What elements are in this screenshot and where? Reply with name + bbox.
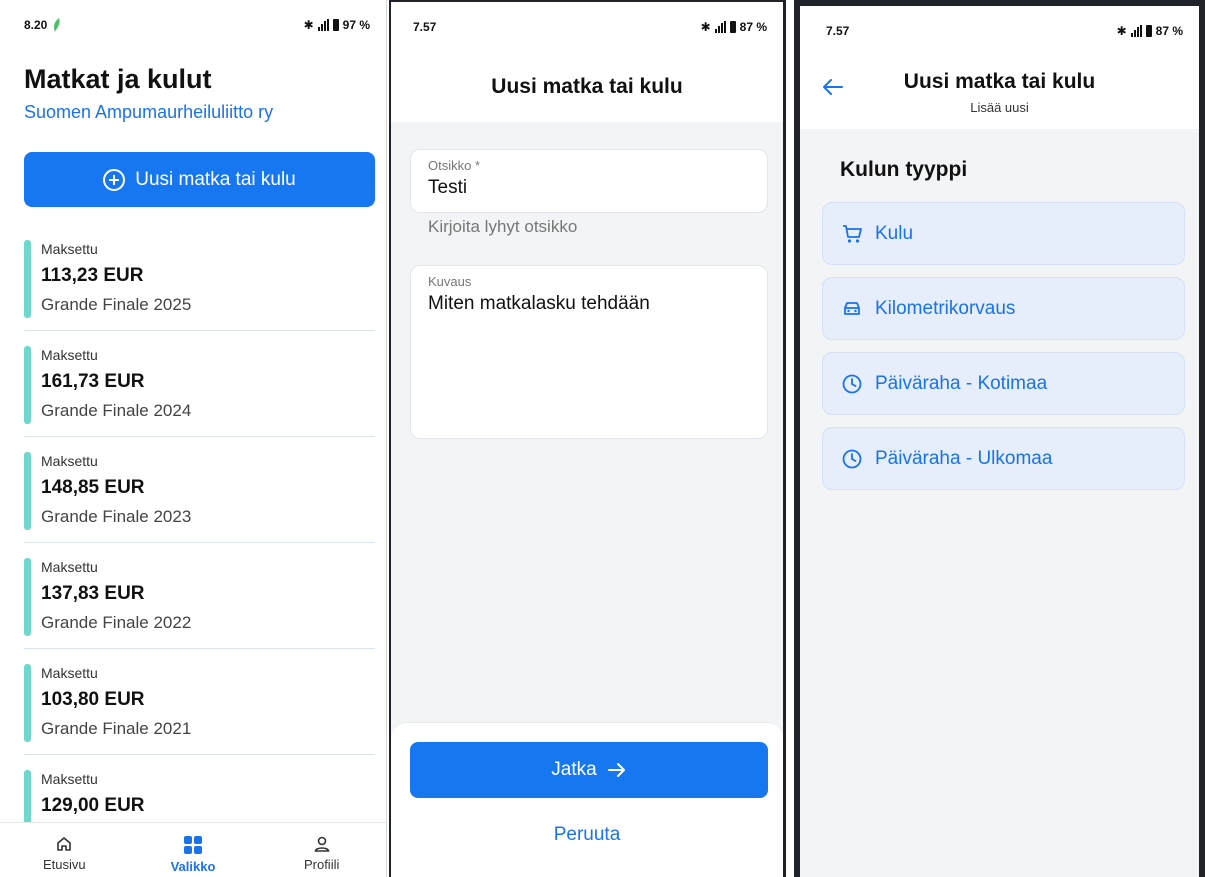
plus-circle-icon [103, 168, 126, 191]
item-status: Maksettu [41, 665, 98, 681]
new-button-label: Uusi matka tai kulu [135, 168, 296, 190]
expense-list: Maksettu 113,23 EUR Grande Finale 2025 M… [24, 225, 375, 861]
user-icon [314, 836, 330, 852]
item-event: Grande Finale 2021 [41, 719, 192, 738]
option-expense[interactable]: Kulu [822, 202, 1185, 265]
item-amount: 148,85 EUR [41, 477, 145, 498]
list-item[interactable]: Maksettu 148,85 EUR Grande Finale 2023 [24, 437, 375, 543]
grid-icon [184, 836, 202, 854]
status-indicator [24, 240, 31, 318]
battery-icon [729, 21, 736, 33]
item-event: Grande Finale 2025 [41, 295, 192, 314]
status-time: 8.20 [24, 18, 48, 32]
bluetooth-icon: ✱ [1116, 24, 1127, 38]
nav-profile-label: Profiili [303, 857, 340, 872]
description-field-value: Miten matkalasku tehdään [428, 293, 650, 314]
nav-home[interactable]: Etusivu [0, 823, 129, 877]
new-entry-form-screen: 7.57 ✱ 87 % Uusi matka tai kulu Otsikko … [389, 0, 786, 877]
new-trip-or-expense-button[interactable]: Uusi matka tai kulu [24, 152, 375, 207]
leaf-notification-icon [54, 18, 60, 32]
signal-icon [714, 21, 726, 33]
item-event: Grande Finale 2022 [41, 613, 192, 632]
option-label: Kilometrikorvaus [875, 297, 1016, 319]
description-field[interactable]: Kuvaus Miten matkalasku tehdään [410, 265, 768, 439]
status-time: 7.57 [413, 20, 437, 34]
clock-icon [841, 373, 863, 395]
item-amount: 113,23 EUR [41, 265, 144, 286]
status-time: 7.57 [826, 24, 850, 38]
status-bar: 7.57 ✱ 87 % [391, 2, 783, 52]
item-status: Maksettu [41, 559, 98, 575]
option-daily-allowance-domestic[interactable]: Päiväraha - Kotimaa [822, 352, 1185, 415]
status-indicator [24, 346, 31, 424]
list-item[interactable]: Maksettu 103,80 EUR Grande Finale 2021 [24, 649, 375, 755]
item-amount: 129,00 EUR [41, 795, 145, 816]
battery-icon [332, 19, 339, 31]
list-item[interactable]: Maksettu 137,83 EUR Grande Finale 2022 [24, 543, 375, 649]
item-status: Maksettu [41, 453, 98, 469]
page-title: Matkat ja kulut [24, 64, 212, 94]
arrow-right-icon [607, 763, 625, 777]
description-field-label: Kuvaus [428, 274, 472, 289]
item-event: Grande Finale 2024 [41, 401, 192, 420]
option-label: Päiväraha - Ulkomaa [875, 447, 1053, 469]
cancel-link[interactable]: Peruuta [391, 824, 783, 846]
continue-button-label: Jatka [551, 759, 597, 780]
title-field-value: Testi [428, 177, 468, 198]
item-status: Maksettu [41, 347, 98, 363]
item-amount: 137,83 EUR [41, 583, 145, 604]
car-icon [841, 298, 863, 320]
item-event: Grande Finale 2023 [41, 507, 192, 526]
option-label: Päiväraha - Kotimaa [875, 372, 1048, 394]
nav-menu-label: Valikko [170, 859, 216, 874]
bluetooth-icon: ✱ [700, 20, 711, 34]
expense-type-screen: 7.57 ✱ 87 % Uusi matka tai kulu Lisää uu… [794, 0, 1205, 877]
page-title: Uusi matka tai kulu [903, 70, 1096, 93]
continue-button[interactable]: Jatka [410, 742, 768, 798]
title-field[interactable]: Otsikko * Testi [410, 149, 768, 213]
status-bar: 7.57 ✱ 87 % [800, 6, 1199, 56]
status-indicator [24, 664, 31, 742]
item-status: Maksettu [41, 771, 98, 787]
app-bar: Uusi matka tai kulu Lisää uusi [800, 54, 1199, 129]
section-title: Kulun tyyppi [840, 158, 968, 181]
option-daily-allowance-abroad[interactable]: Päiväraha - Ulkomaa [822, 427, 1185, 490]
battery-level: 97 % [342, 18, 370, 32]
signal-icon [317, 19, 329, 31]
status-indicator [24, 452, 31, 530]
home-icon [57, 837, 72, 851]
item-status: Maksettu [41, 241, 98, 257]
trips-list-screen: 8.20 ✱ 97 % Matkat ja kulut Suomen Ampum… [0, 0, 387, 877]
bluetooth-icon: ✱ [303, 18, 314, 32]
nav-menu[interactable]: Valikko [129, 823, 258, 877]
title-field-label: Otsikko * [428, 158, 481, 173]
nav-profile[interactable]: Profiili [257, 823, 386, 877]
battery-level: 87 % [739, 20, 767, 34]
signal-icon [1130, 25, 1142, 37]
list-item[interactable]: Maksettu 161,73 EUR Grande Finale 2024 [24, 331, 375, 437]
organization-link[interactable]: Suomen Ampumaurheiluliitto ry [24, 102, 273, 123]
status-indicator [24, 558, 31, 636]
battery-level: 87 % [1155, 24, 1183, 38]
item-amount: 103,80 EUR [41, 689, 145, 710]
nav-home-label: Etusivu [43, 857, 86, 872]
item-amount: 161,73 EUR [41, 371, 145, 392]
page-subtitle: Lisää uusi [970, 100, 1029, 115]
cart-icon [841, 223, 863, 245]
battery-icon [1145, 25, 1152, 37]
clock-icon [841, 448, 863, 470]
option-label: Kulu [875, 222, 914, 244]
option-mileage[interactable]: Kilometrikorvaus [822, 277, 1185, 340]
list-item[interactable]: Maksettu 113,23 EUR Grande Finale 2025 [24, 225, 375, 331]
bottom-navigation: Etusivu Valikko Profiili [0, 822, 386, 877]
title-helper-text: Kirjoita lyhyt otsikko [428, 217, 578, 236]
status-bar: 8.20 ✱ 97 % [0, 0, 386, 50]
page-title: Uusi matka tai kulu [391, 52, 783, 122]
